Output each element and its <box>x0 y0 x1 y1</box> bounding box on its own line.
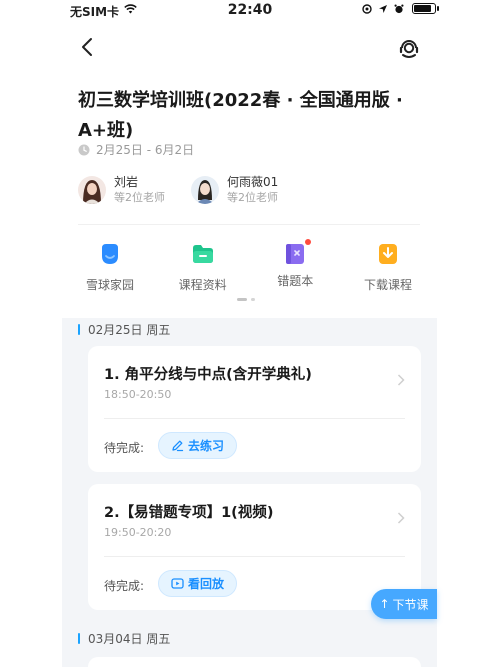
practice-button-label: 去练习 <box>188 439 225 453</box>
divider <box>104 556 405 557</box>
entry-label: 课程资料 <box>178 278 227 292</box>
divider <box>78 224 420 225</box>
entry-materials[interactable]: 课程资料 <box>171 240 235 293</box>
pending-label: 待完成: <box>104 579 145 593</box>
teacher-item[interactable]: 刘岩 等2位老师 <box>78 175 165 205</box>
lesson-time: 19:50-20:20 <box>104 526 172 539</box>
replay-icon <box>171 578 184 589</box>
date-range-text: 2月25日 - 6月2日 <box>96 143 195 157</box>
notebook-icon <box>283 239 312 266</box>
lesson-title: 2.【易错题专项】1(视频) <box>104 505 274 521</box>
replay-button[interactable]: 看回放 <box>158 570 238 597</box>
entry-label: 下载课程 <box>363 278 412 292</box>
pencil-icon <box>172 440 184 452</box>
entry-grid: 雪球家园 课程资料 错题本 下载课程 <box>78 239 420 293</box>
lesson-card[interactable]: 2.【易错题专项】1(视频) 19:50-20:20 待完成: 看回放 <box>88 484 421 610</box>
lesson-time: 18:50-20:50 <box>104 388 172 401</box>
teacher-name: 刘岩 <box>114 175 139 189</box>
page-dot <box>251 298 255 301</box>
folder-icon <box>192 245 213 263</box>
customer-service-icon[interactable] <box>398 36 420 60</box>
divider <box>104 418 405 419</box>
notification-dot <box>305 239 312 245</box>
course-title: 初三数学培训班(2022春 · 全国通用版 · A+班) <box>78 90 403 141</box>
replay-button-label: 看回放 <box>188 577 225 591</box>
lesson-card[interactable]: 1. 角平分线与中点(含开学典礼) 18:50-20:50 待完成: 去练习 <box>88 346 421 472</box>
battery-icon <box>412 3 439 14</box>
alarm-icon <box>394 4 404 13</box>
schedule-list: 02月25日 周五 1. 角平分线与中点(含开学典礼) 18:50-20:50 … <box>62 318 437 667</box>
teacher-avatar <box>191 176 219 204</box>
teacher-subtitle: 等2位老师 <box>114 191 165 204</box>
teacher-subtitle: 等2位老师 <box>227 191 278 204</box>
page-dot-active <box>237 298 247 301</box>
day-date: 02月25日 周五 <box>88 323 171 337</box>
back-icon[interactable] <box>78 36 98 58</box>
teacher-item[interactable]: 何雨薇01 等2位老师 <box>191 175 278 205</box>
next-lesson-label: 下节课 <box>392 597 429 612</box>
status-bar: 无SIM卡 22:40 <box>0 0 500 22</box>
day-header: 03月04日 周五 <box>78 630 170 647</box>
status-icons <box>362 3 439 14</box>
course-date-range: 2月25日 - 6月2日 <box>78 141 194 158</box>
teacher-list: 刘岩 等2位老师 何雨薇01 等2位老师 <box>78 175 278 205</box>
home-icon <box>102 244 118 264</box>
lesson-card[interactable] <box>88 657 421 667</box>
day-date: 03月04日 周五 <box>88 632 171 646</box>
day-header: 02月25日 周五 <box>78 321 170 338</box>
chevron-right-icon <box>397 374 405 386</box>
page-indicator <box>237 298 255 301</box>
next-lesson-button[interactable]: ↑ 下节课 <box>371 589 437 619</box>
entry-label: 雪球家园 <box>85 278 134 292</box>
lesson-title: 1. 角平分线与中点(含开学典礼) <box>104 367 312 383</box>
chevron-right-icon <box>397 512 405 524</box>
clock-icon <box>78 144 90 155</box>
entry-home[interactable]: 雪球家园 <box>78 240 142 293</box>
location-lock-icon <box>362 3 372 14</box>
arrow-up-icon: ↑ <box>379 597 390 611</box>
teacher-avatar <box>78 176 106 204</box>
entry-label: 错题本 <box>277 274 314 288</box>
pending-label: 待完成: <box>104 441 145 455</box>
teacher-name: 何雨薇01 <box>227 175 279 189</box>
download-icon <box>378 244 397 264</box>
practice-button[interactable]: 去练习 <box>158 432 238 459</box>
entry-download[interactable]: 下载课程 <box>356 240 420 293</box>
entry-mistakes[interactable]: 错题本 <box>263 239 327 293</box>
location-arrow-icon <box>379 4 387 13</box>
